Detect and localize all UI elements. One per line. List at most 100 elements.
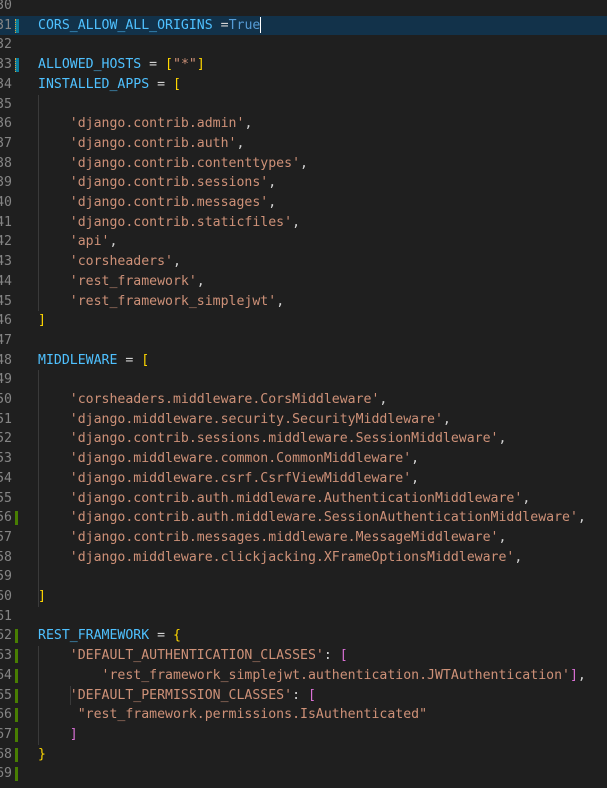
code-line[interactable]: 39 'django.contrib.sessions', <box>0 173 607 193</box>
code-line[interactable]: 35 <box>0 95 607 115</box>
line-number: 61 <box>0 608 12 624</box>
code-line[interactable]: 62 REST_FRAMEWORK = { <box>0 626 607 646</box>
code-line[interactable]: 60] <box>0 587 607 607</box>
code-content: INSTALLED_APPS = [ <box>38 75 181 95</box>
code-token: , <box>498 431 507 447</box>
code-line[interactable]: 54 'django.middleware.csrf.CsrfViewMiddl… <box>0 469 607 489</box>
added-line-indicator[interactable] <box>15 727 18 742</box>
code-token: 'django.contrib.messages' <box>38 195 269 210</box>
code-content: MIDDLEWARE = [ <box>38 351 149 371</box>
code-line[interactable]: 38 'django.contrib.contenttypes', <box>0 154 607 174</box>
line-number: 41 <box>0 214 12 230</box>
code-line[interactable]: 41 'django.contrib.staticfiles', <box>0 213 607 233</box>
code-token: 'rest_framework_simplejwt' <box>38 293 277 309</box>
code-token: 'DEFAULT_AUTHENTICATION_CLASSES' <box>38 648 324 664</box>
code-line[interactable]: 66 "rest_framework.permissions.IsAuthent… <box>0 705 607 725</box>
added-line-indicator[interactable] <box>15 688 18 703</box>
code-line[interactable]: 47 <box>0 331 607 351</box>
code-line[interactable]: 46] <box>0 311 607 331</box>
code-token: 'DEFAULT_PERMISSION_CLASSES' <box>38 687 293 703</box>
code-content: 'django.contrib.contenttypes', <box>38 154 308 174</box>
line-number: 45 <box>0 293 12 309</box>
code-content: 'django.contrib.auth.middleware.SessionA… <box>38 508 586 528</box>
code-line[interactable]: 67 ] <box>0 725 607 745</box>
code-line[interactable]: 43 'corsheaders', <box>0 252 607 272</box>
line-number: 39 <box>0 175 12 191</box>
code-token: 'rest_framework' <box>38 273 197 289</box>
code-content: 'api', <box>38 232 118 252</box>
line-number: 46 <box>0 313 12 329</box>
code-line[interactable]: 30 <box>0 0 607 16</box>
code-line[interactable]: 33 ALLOWED_HOSTS = ["*"] <box>0 55 607 75</box>
line-number: 60 <box>0 589 12 604</box>
line-number: 66 <box>0 707 12 723</box>
code-line[interactable]: 48 MIDDLEWARE = [ <box>0 351 607 371</box>
code-token: 'django.middleware.csrf.CsrfViewMiddlewa… <box>38 470 412 486</box>
code-token: ] <box>38 313 46 329</box>
code-content: 'corsheaders', <box>38 252 181 272</box>
code-line[interactable]: 56 'django.contrib.auth.middleware.Sessi… <box>0 508 607 528</box>
code-token: 'corsheaders' <box>38 254 173 270</box>
code-line[interactable]: 68} <box>0 745 607 765</box>
code-line[interactable]: 50 'corsheaders.middleware.CorsMiddlewar… <box>0 390 607 410</box>
added-line-indicator[interactable] <box>15 767 18 782</box>
code-line[interactable]: 53 'django.middleware.common.CommonMiddl… <box>0 449 607 469</box>
code-line[interactable]: 61 <box>0 607 607 627</box>
code-token: , <box>442 411 451 427</box>
line-number: 67 <box>0 726 12 742</box>
code-line[interactable]: 58 'django.middleware.clickjacking.XFram… <box>0 548 607 568</box>
code-content: 'DEFAULT_PERMISSION_CLASSES': [ <box>38 686 316 706</box>
line-number: 32 <box>0 37 12 53</box>
code-content: 'django.contrib.messages', <box>38 193 276 213</box>
code-token: 'rest_framework_simplejwt.authentication… <box>38 667 570 683</box>
code-line[interactable]: 57 'django.contrib.messages.middleware.M… <box>0 528 607 548</box>
code-content: 'django.middleware.security.SecurityMidd… <box>38 410 451 430</box>
code-token: 'django.contrib.messages.middleware.Mess… <box>38 529 499 545</box>
code-line[interactable]: 64 'rest_framework_simplejwt.authenticat… <box>0 666 607 686</box>
code-token: , <box>292 214 301 230</box>
code-line[interactable]: 34 INSTALLED_APPS = [ <box>0 75 607 95</box>
added-line-indicator[interactable] <box>15 511 18 526</box>
code-line[interactable]: 69 <box>0 764 607 784</box>
added-line-indicator[interactable] <box>15 629 18 644</box>
code-token: ] <box>196 57 205 73</box>
code-token: 'django.contrib.auth.middleware.SessionA… <box>38 510 578 526</box>
code-line[interactable]: 44 'rest_framework', <box>0 272 607 292</box>
code-line[interactable]: 45 'rest_framework_simplejwt', <box>0 292 607 312</box>
code-line[interactable]: 40 'django.contrib.messages', <box>0 193 607 213</box>
modified-line-indicator[interactable] <box>15 18 19 33</box>
added-line-indicator[interactable] <box>15 668 18 683</box>
code-line[interactable]: 51 'django.middleware.security.SecurityM… <box>0 410 607 430</box>
code-token: 'corsheaders.middleware.CorsMiddleware' <box>38 392 380 407</box>
code-token: , <box>514 549 523 565</box>
line-number: 62 <box>0 628 12 644</box>
code-line[interactable]: 52 'django.contrib.sessions.middleware.S… <box>0 429 607 449</box>
added-line-indicator[interactable] <box>15 649 18 664</box>
modified-line-indicator[interactable] <box>15 58 19 73</box>
code-token: ALLOWED_HOSTS <box>38 57 142 73</box>
added-line-indicator[interactable] <box>15 747 18 762</box>
code-line[interactable]: 65 'DEFAULT_PERMISSION_CLASSES': [ <box>0 686 607 706</box>
code-line[interactable]: 37 'django.contrib.auth', <box>0 134 607 154</box>
line-number: 57 <box>0 529 12 545</box>
added-line-indicator[interactable] <box>15 708 18 723</box>
line-number: 30 <box>0 0 12 13</box>
code-line[interactable]: 36 'django.contrib.admin', <box>0 114 607 134</box>
code-line[interactable]: 31 CORS_ALLOW_ALL_ORIGINS =True <box>0 15 607 36</box>
code-token: ] <box>569 667 578 683</box>
code-line[interactable]: 49 <box>0 370 607 390</box>
code-line[interactable]: 55 'django.contrib.auth.middleware.Authe… <box>0 489 607 509</box>
code-editor[interactable]: 30 31 CORS_ALLOW_ALL_ORIGINS =True 32 33 ALLO… <box>0 0 607 788</box>
code-line[interactable]: 59 <box>0 567 607 587</box>
code-content: 'django.contrib.auth', <box>38 134 245 154</box>
code-token: 'django.contrib.sessions.middleware.Sess… <box>38 431 499 447</box>
code-line[interactable]: 63 'DEFAULT_AUTHENTICATION_CLASSES': [ <box>0 646 607 666</box>
code-line[interactable]: 42 'api', <box>0 232 607 252</box>
line-number: 31 <box>0 17 12 33</box>
code-token: , <box>522 490 531 506</box>
indent-guide <box>38 646 39 745</box>
code-line[interactable]: 32 <box>0 35 607 55</box>
code-token: "*" <box>173 57 197 73</box>
code-token: INSTALLED_APPS <box>38 76 150 92</box>
code-content: 'rest_framework', <box>38 272 205 292</box>
